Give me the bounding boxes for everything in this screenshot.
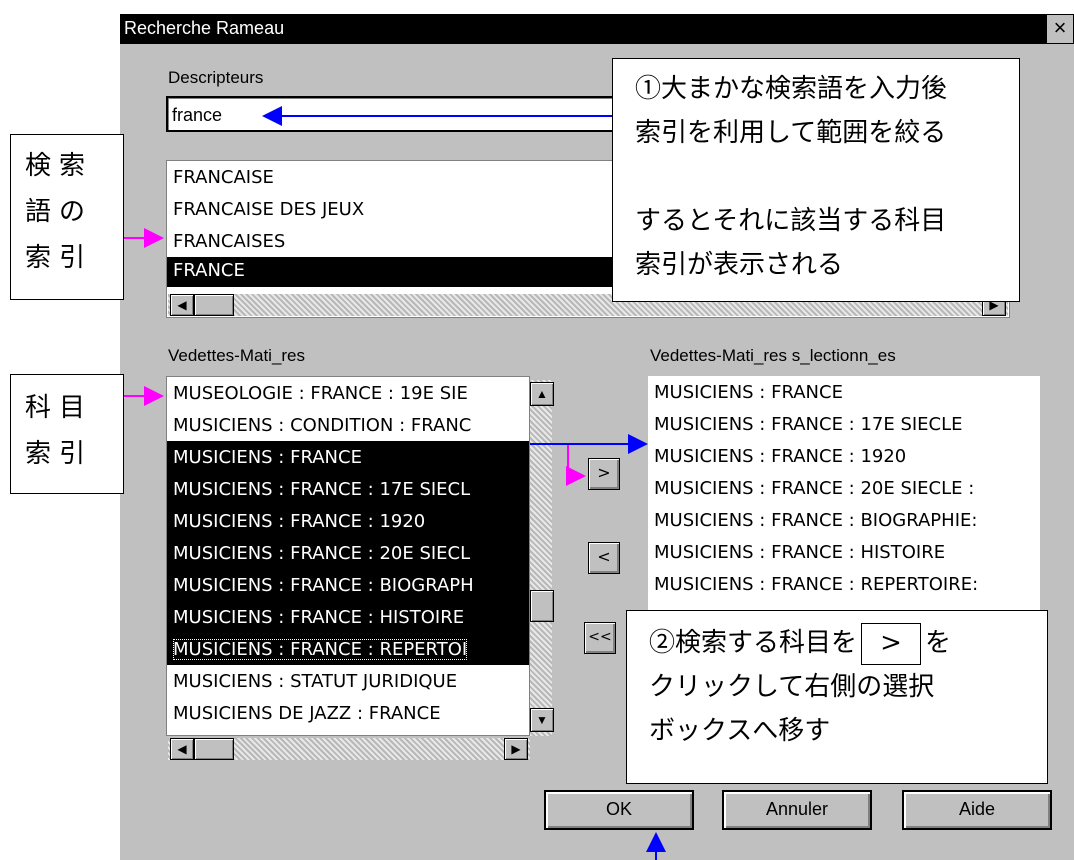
arrow-move-selection [530, 443, 586, 486]
annotation-arrows [124, 106, 666, 860]
